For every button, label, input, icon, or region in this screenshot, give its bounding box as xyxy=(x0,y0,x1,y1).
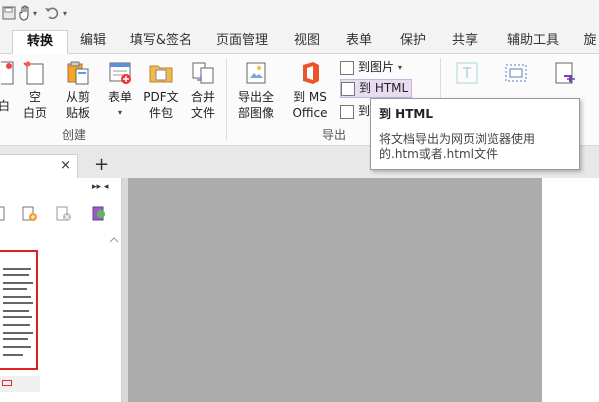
screenshot-button[interactable] xyxy=(548,60,582,89)
page-thumbnail[interactable] xyxy=(0,250,38,370)
group-create-label: 创建 xyxy=(62,128,87,142)
undo-icon[interactable] xyxy=(44,4,60,22)
text-recognition-icon xyxy=(454,60,480,86)
tab-form[interactable]: 表单 xyxy=(340,30,378,54)
hand-tool-dropdown[interactable]: ▾ xyxy=(33,4,37,22)
blank-page-icon xyxy=(22,60,48,86)
tab-edit[interactable]: 编辑 xyxy=(74,30,112,54)
tab-fill-sign[interactable]: 填写&签名 xyxy=(126,30,196,54)
combine-files-button[interactable]: 合并 文件 xyxy=(186,60,220,121)
blank-page-button[interactable]: 空 白页 xyxy=(18,60,52,121)
to-image-button[interactable]: 到图片 ▾ xyxy=(340,58,402,77)
group-separator xyxy=(226,58,227,140)
to-image-label: 到图片 xyxy=(358,60,395,74)
page-properties-icon[interactable] xyxy=(92,206,108,225)
new-tab-button[interactable]: + xyxy=(94,154,109,175)
thumbnail-scrollbar[interactable] xyxy=(108,234,120,402)
ocr-icon xyxy=(503,60,529,86)
image-file-icon xyxy=(340,60,354,75)
to-other-label: 到 xyxy=(358,104,371,118)
export-all-images-label: 导出全 部图像 xyxy=(237,90,274,120)
tab-accessibility[interactable]: 辅助工具 xyxy=(502,30,564,54)
form-button[interactable]: 表单 ▾ xyxy=(102,60,138,121)
page-icon[interactable] xyxy=(0,206,6,225)
combine-files-icon xyxy=(190,60,216,86)
text-recognition-button[interactable] xyxy=(450,60,484,89)
thumbnail-panel: ▸▸ ◂ xyxy=(0,178,122,402)
from-clipboard-button[interactable]: 从剪 贴板 xyxy=(58,60,98,121)
tooltip-title: 到 HTML xyxy=(379,107,433,121)
to-image-caret: ▾ xyxy=(398,63,403,72)
partial-left-button[interactable]: 白 xyxy=(0,60,14,114)
form-dropdown-caret[interactable]: ▾ xyxy=(102,105,138,121)
group-export-label: 导出 xyxy=(322,128,347,142)
export-images-icon xyxy=(243,60,269,86)
tab-view[interactable]: 视图 xyxy=(288,30,326,54)
delete-page-icon[interactable] xyxy=(56,206,72,225)
document-tab[interactable]: × xyxy=(0,154,78,178)
clipboard-icon xyxy=(65,60,91,86)
hand-tool-icon[interactable] xyxy=(18,4,32,22)
to-ms-office-button[interactable]: 到 MS Office xyxy=(288,60,332,121)
html-file-icon xyxy=(341,81,355,96)
document-canvas[interactable] xyxy=(122,178,542,402)
tab-protect[interactable]: 保护 xyxy=(394,30,432,54)
pdf-package-label: PDF文 件包 xyxy=(143,90,179,120)
quick-access-toolbar: ▾ ▾ xyxy=(0,0,599,26)
export-all-images-button[interactable]: 导出全 部图像 xyxy=(234,60,278,121)
blank-page-label: 空 白页 xyxy=(22,90,47,120)
tab-rotate-partial[interactable]: 旋 xyxy=(580,30,599,54)
office-icon xyxy=(297,60,323,86)
to-html-tooltip: 到 HTML 将文档导出为网页浏览器使用的.htm或者.html文件 xyxy=(370,98,580,170)
form-icon xyxy=(107,60,133,86)
canvas-left-edge xyxy=(122,178,128,402)
panel-collapse-arrows[interactable]: ▸▸ ◂ xyxy=(92,182,108,192)
document-page[interactable] xyxy=(542,178,599,402)
to-html-button[interactable]: 到 HTML xyxy=(340,79,412,98)
next-page-thumbnail[interactable] xyxy=(0,376,40,392)
to-html-label: 到 HTML xyxy=(359,81,409,95)
form-label: 表单 xyxy=(107,90,132,104)
tooltip-body: 将文档导出为网页浏览器使用的.htm或者.html文件 xyxy=(379,132,536,161)
pdf-package-button[interactable]: PDF文 件包 xyxy=(140,60,182,121)
to-other-button[interactable]: 到 xyxy=(340,102,370,121)
tab-page-management[interactable]: 页面管理 xyxy=(212,30,272,54)
close-icon[interactable]: × xyxy=(60,158,71,173)
folder-icon xyxy=(148,60,174,86)
thumbnail-toolbar xyxy=(0,202,122,226)
other-file-icon xyxy=(340,104,354,119)
qat-customize-dropdown[interactable]: ▾ xyxy=(63,4,67,22)
ocr-button[interactable] xyxy=(498,60,534,89)
partial-left-label: 白 xyxy=(0,99,10,113)
save-icon[interactable] xyxy=(2,4,16,22)
tab-convert[interactable]: 转换 xyxy=(12,30,68,54)
from-clipboard-label: 从剪 贴板 xyxy=(65,90,90,120)
insert-page-icon[interactable] xyxy=(22,206,38,225)
ribbon-tabs: 转换 编辑 填写&签名 页面管理 视图 表单 保护 共享 辅助工具 旋 xyxy=(0,26,599,54)
combine-files-label: 合并 文件 xyxy=(190,90,215,120)
to-ms-office-label: 到 MS Office xyxy=(292,90,328,120)
screenshot-icon xyxy=(552,60,578,86)
tab-share[interactable]: 共享 xyxy=(446,30,484,54)
